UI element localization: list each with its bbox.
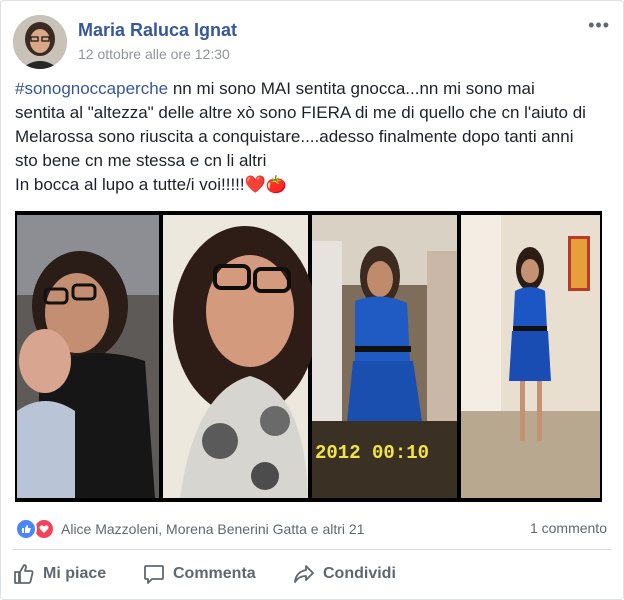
post-text-line: sentita al "altezza" delle altre xò sono… [15, 103, 586, 122]
post-timestamp[interactable]: 12 ottobre alle ore 12:30 [78, 46, 230, 62]
actions-divider [13, 549, 611, 550]
photo-collage[interactable]: 2012 00:10 [15, 211, 602, 502]
action-bar: Mi piace Commenta Condividi [13, 557, 611, 591]
like-reaction-icon [15, 518, 37, 540]
heart-emoji: ❤️ [244, 175, 266, 194]
photo-after-2[interactable] [461, 215, 600, 498]
post-text-line: sto bene cn me stessa e cn li altri [15, 151, 267, 170]
avatar[interactable] [13, 15, 67, 69]
comment-icon [144, 565, 164, 584]
hashtag-link[interactable]: #sonognoccaperche [15, 79, 168, 98]
share-button[interactable]: Condividi [293, 563, 396, 585]
like-button[interactable]: Mi piace [13, 563, 106, 585]
author-name[interactable]: Maria Raluca Ignat [78, 20, 237, 41]
post-text-line: In bocca al lupo a tutte/i voi!!!!! [15, 175, 245, 194]
reaction-names[interactable]: Alice Mazzoleni, Morena Benerini Gatta e… [61, 521, 364, 537]
comment-label: Commenta [173, 565, 256, 582]
comments-count-link[interactable]: 1 commento [530, 520, 607, 536]
comment-button[interactable]: Commenta [143, 563, 256, 585]
more-options-icon[interactable]: ••• [588, 15, 610, 36]
post-text-line: Melarossa sono riuscita a conquistare...… [15, 127, 574, 146]
photo-before-1[interactable] [17, 215, 159, 498]
post-card: Maria Raluca Ignat 12 ottobre alle ore 1… [0, 0, 624, 600]
post-text-line: nn mi sono MAI sentita gnocca...nn mi so… [168, 79, 535, 98]
photo-before-2[interactable] [163, 215, 317, 498]
like-label: Mi piace [43, 565, 107, 582]
photo-date-stamp: 2012 00:10 [315, 442, 429, 464]
share-icon [294, 565, 314, 583]
thumbs-up-icon [14, 564, 34, 584]
post-text: #sonognoccaperche nn mi sono MAI sentita… [15, 77, 615, 197]
apple-emoji: 🍅 [265, 175, 287, 194]
photo-after-1[interactable]: 2012 00:10 [312, 215, 457, 498]
reactions-summary[interactable]: Alice Mazzoleni, Morena Benerini Gatta e… [15, 518, 364, 540]
share-label: Condividi [323, 565, 396, 582]
